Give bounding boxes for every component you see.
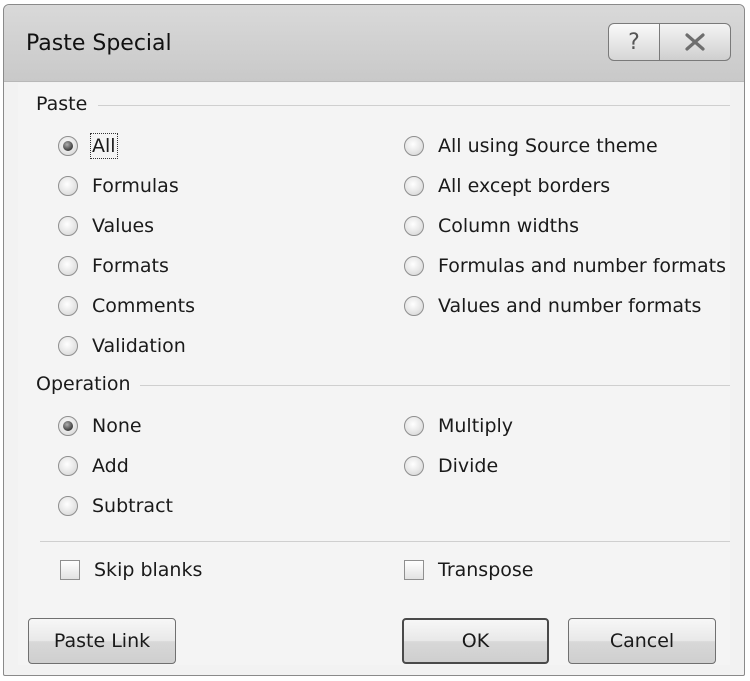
operation-none-radio[interactable] bbox=[58, 416, 78, 436]
cancel-button[interactable]: Cancel bbox=[568, 618, 716, 664]
paste-option-formulas[interactable]: Formulas bbox=[58, 175, 179, 197]
paste-option-label: Comments bbox=[92, 295, 195, 317]
ok-button[interactable]: OK bbox=[402, 618, 549, 664]
paste-option-label: All bbox=[90, 133, 118, 159]
dialog-content: Paste All Formulas Values Formats Commen… bbox=[18, 83, 730, 665]
paste-validation-radio[interactable] bbox=[58, 336, 78, 356]
paste-option-formats[interactable]: Formats bbox=[58, 255, 169, 277]
operation-section-label: Operation bbox=[36, 373, 131, 395]
paste-option-label: All using Source theme bbox=[438, 135, 658, 157]
paste-option-label: All except borders bbox=[438, 175, 611, 197]
paste-option-all-except-borders[interactable]: All except borders bbox=[404, 175, 610, 197]
operation-section-divider bbox=[140, 385, 730, 386]
operation-option-add[interactable]: Add bbox=[58, 455, 129, 477]
paste-option-label: Values and number formats bbox=[438, 295, 702, 317]
paste-option-column-widths[interactable]: Column widths bbox=[404, 215, 579, 237]
transpose-option[interactable]: Transpose bbox=[404, 559, 533, 581]
paste-option-label: Values bbox=[92, 215, 155, 237]
paste-link-button[interactable]: Paste Link bbox=[28, 618, 176, 664]
operation-option-label: None bbox=[92, 415, 142, 437]
operation-subtract-radio[interactable] bbox=[58, 496, 78, 516]
operation-divide-radio[interactable] bbox=[404, 456, 424, 476]
dialog-title: Paste Special bbox=[26, 31, 172, 56]
paste-option-validation[interactable]: Validation bbox=[58, 335, 186, 357]
paste-option-comments[interactable]: Comments bbox=[58, 295, 195, 317]
paste-values-radio[interactable] bbox=[58, 216, 78, 236]
help-icon: ? bbox=[628, 29, 640, 55]
close-button[interactable] bbox=[659, 23, 731, 61]
operation-option-label: Subtract bbox=[92, 495, 173, 517]
paste-formats-radio[interactable] bbox=[58, 256, 78, 276]
paste-option-formulas-and-number-formats[interactable]: Formulas and number formats bbox=[404, 255, 726, 277]
paste-option-values[interactable]: Values bbox=[58, 215, 154, 237]
paste-option-values-and-number-formats[interactable]: Values and number formats bbox=[404, 295, 701, 317]
operation-option-none[interactable]: None bbox=[58, 415, 142, 437]
paste-column-widths-radio[interactable] bbox=[404, 216, 424, 236]
operation-option-subtract[interactable]: Subtract bbox=[58, 495, 173, 517]
paste-formulas-and-number-formats-radio[interactable] bbox=[404, 256, 424, 276]
paste-option-label: Formulas bbox=[92, 175, 179, 197]
title-bar: Paste Special ? bbox=[4, 5, 744, 82]
operation-option-label: Multiply bbox=[438, 415, 514, 437]
paste-option-label: Validation bbox=[92, 335, 186, 357]
operation-option-label: Add bbox=[92, 455, 129, 477]
paste-values-and-number-formats-radio[interactable] bbox=[404, 296, 424, 316]
operation-option-multiply[interactable]: Multiply bbox=[404, 415, 513, 437]
help-button[interactable]: ? bbox=[608, 23, 660, 61]
paste-option-label: Formulas and number formats bbox=[438, 255, 727, 277]
operation-multiply-radio[interactable] bbox=[404, 416, 424, 436]
transpose-checkbox[interactable] bbox=[404, 560, 424, 580]
paste-formulas-radio[interactable] bbox=[58, 176, 78, 196]
paste-comments-radio[interactable] bbox=[58, 296, 78, 316]
operation-add-radio[interactable] bbox=[58, 456, 78, 476]
paste-section-divider bbox=[98, 105, 730, 106]
paste-option-all[interactable]: All bbox=[58, 133, 118, 159]
close-icon bbox=[685, 33, 705, 51]
paste-all-except-borders-radio[interactable] bbox=[404, 176, 424, 196]
paste-option-all-using-source-theme[interactable]: All using Source theme bbox=[404, 135, 658, 157]
operation-option-divide[interactable]: Divide bbox=[404, 455, 498, 477]
paste-special-dialog: Paste Special ? Paste All Formulas Value… bbox=[3, 4, 745, 676]
paste-section-label: Paste bbox=[36, 93, 88, 115]
transpose-label: Transpose bbox=[438, 559, 534, 581]
paste-option-label: Formats bbox=[92, 255, 169, 277]
operation-option-label: Divide bbox=[438, 455, 499, 477]
skip-blanks-label: Skip blanks bbox=[94, 559, 203, 581]
checkbox-divider bbox=[40, 541, 730, 542]
paste-all-radio[interactable] bbox=[58, 136, 78, 156]
paste-all-using-source-theme-radio[interactable] bbox=[404, 136, 424, 156]
skip-blanks-checkbox[interactable] bbox=[60, 560, 80, 580]
skip-blanks-option[interactable]: Skip blanks bbox=[60, 559, 202, 581]
paste-option-label: Column widths bbox=[438, 215, 580, 237]
